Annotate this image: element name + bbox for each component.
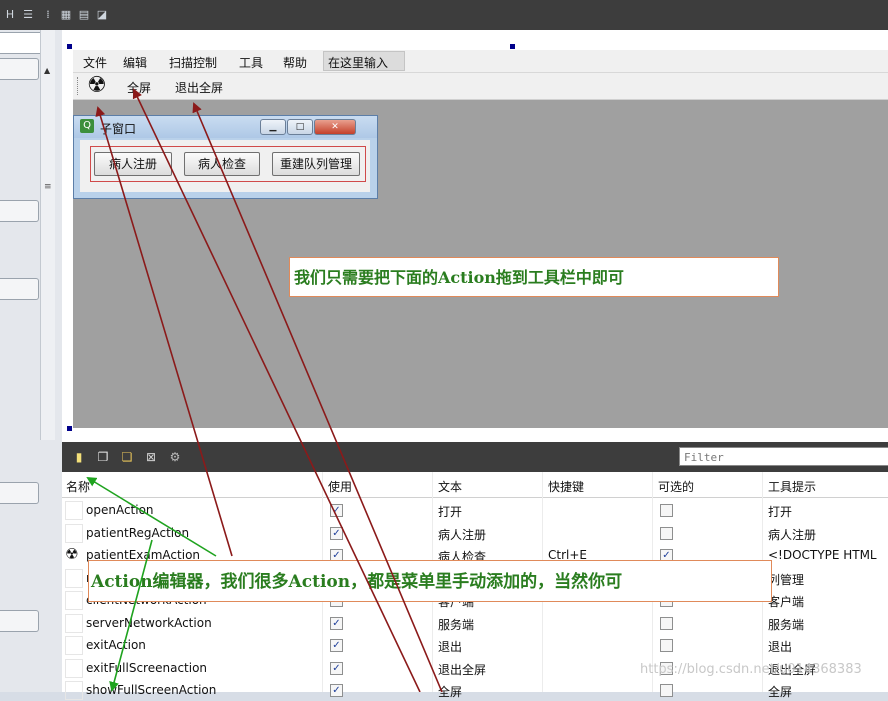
- arrow-down-green: [109, 539, 153, 692]
- arrow-to-fullscreen: [132, 88, 421, 692]
- arrow-to-radiation-icon: [95, 106, 233, 557]
- arrow-to-exit-fullscreen: [192, 102, 443, 692]
- annotation-arrows: [86, 88, 443, 692]
- arrow-to-name-header: [86, 476, 217, 557]
